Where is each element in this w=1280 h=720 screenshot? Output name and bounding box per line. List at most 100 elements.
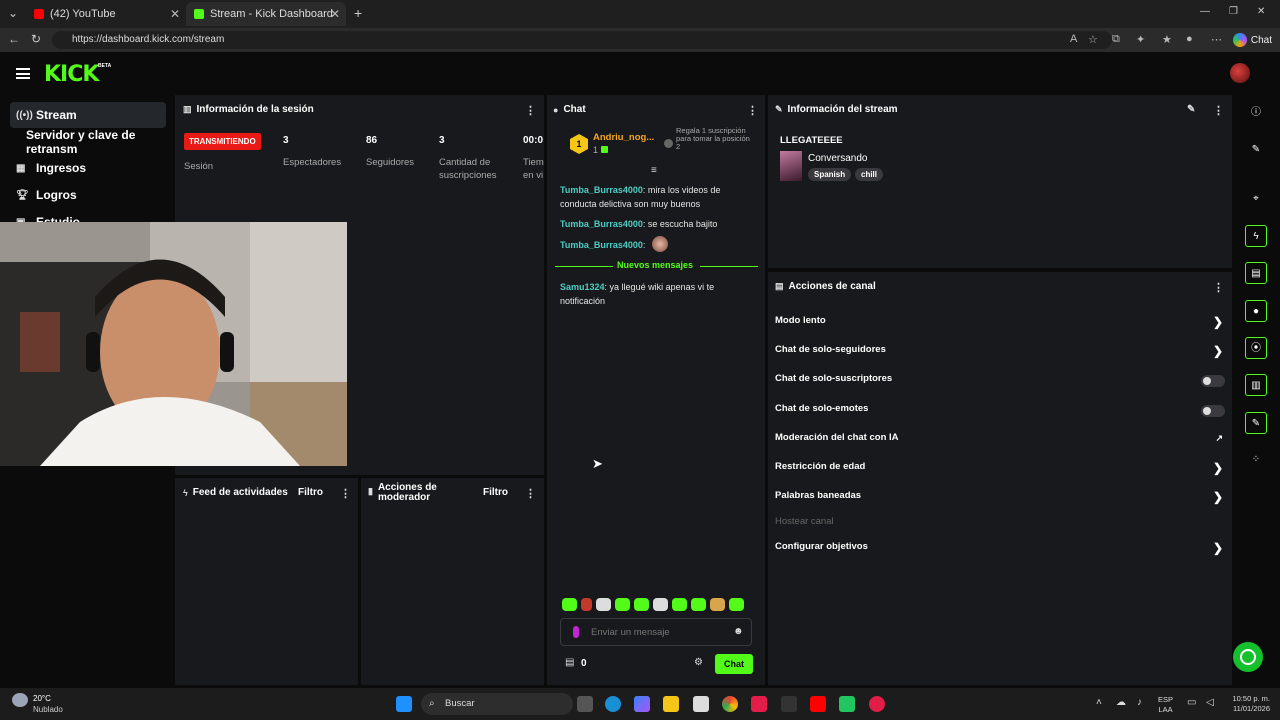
stream-info-menu-icon[interactable]: ⋮ (1213, 104, 1224, 117)
activity-filter-button[interactable]: Filtro (298, 487, 323, 498)
emote-icon[interactable] (691, 598, 706, 611)
new-messages-divider[interactable]: Nuevos mensajes (555, 260, 758, 272)
action-configurar-objetivos[interactable]: Configurar objetivos ❯ (775, 541, 1225, 559)
emote-icon[interactable] (615, 598, 630, 611)
top-gifter-name[interactable]: Andriu_nog... (593, 132, 654, 143)
toggle-switch[interactable] (1201, 375, 1225, 387)
chat-settings-icon[interactable]: ⚙ (694, 657, 703, 668)
tiktok-icon[interactable] (751, 696, 767, 712)
action-solo-seguidores[interactable]: Chat de solo-seguidores ❯ (775, 344, 1225, 362)
sidebar-item-ingresos[interactable]: ▦ Ingresos (10, 155, 166, 181)
activity-menu-icon[interactable]: ⋮ (340, 487, 351, 500)
minimize-icon[interactable]: — (1200, 6, 1210, 17)
chat-message-input[interactable] (591, 625, 721, 639)
info-icon[interactable]: ⓘ (1245, 102, 1267, 124)
emoji-picker-icon[interactable]: ☻ (733, 626, 744, 637)
close-tab-icon[interactable]: ✕ (170, 7, 180, 21)
mod-filter-button[interactable]: Filtro (483, 487, 508, 498)
tray-overflow-icon[interactable]: ˄ (1096, 697, 1102, 708)
read-aloud-icon[interactable]: A (1070, 33, 1077, 45)
new-tab-icon[interactable]: + (354, 5, 362, 21)
edit-icon[interactable]: ✎ (1245, 139, 1267, 161)
menu-icon[interactable] (16, 68, 30, 79)
send-chat-button[interactable]: Chat (715, 654, 753, 674)
emote-icon[interactable] (710, 598, 725, 611)
chat-username[interactable]: Tumba_Burras4000 (560, 219, 643, 229)
profile-icon[interactable]: ● (1186, 33, 1193, 45)
emote-icon[interactable] (562, 598, 577, 611)
chat-menu-icon[interactable]: ⋮ (747, 104, 758, 117)
puzzle-icon[interactable]: ✦ (1136, 33, 1145, 46)
more-icon[interactable]: ⋯ (1211, 33, 1222, 46)
expand-leaderboard-icon[interactable]: ≡ (651, 165, 657, 176)
action-palabras-baneadas[interactable]: Palabras baneadas ❯ (775, 490, 1225, 508)
edit-stream-icon[interactable]: ✎ (1187, 104, 1195, 115)
app-icon[interactable] (781, 696, 797, 712)
mod-menu-icon[interactable]: ⋮ (525, 487, 536, 500)
maximize-icon[interactable]: ❐ (1229, 6, 1238, 17)
windows-start-icon[interactable] (396, 696, 412, 712)
emote-icon[interactable] (729, 598, 744, 611)
points-icon[interactable]: ▤ (565, 657, 574, 668)
tab-list-icon[interactable]: ⌄ (8, 6, 18, 20)
tab-kick-dashboard[interactable]: Stream - Kick Dashboard ✕ (186, 2, 346, 26)
chat-username[interactable]: Tumba_Burras4000 (560, 185, 643, 195)
kick-logo[interactable]: KICK (44, 62, 99, 87)
network-icon[interactable]: ▭ (1187, 697, 1196, 708)
emote-icon[interactable] (653, 598, 668, 611)
chrome-icon[interactable] (722, 696, 738, 712)
emote-icon[interactable] (672, 598, 687, 611)
action-restriccion-edad[interactable]: Restricción de edad ❯ (775, 461, 1225, 479)
microphone-icon[interactable] (573, 626, 579, 638)
document-icon[interactable]: ▤ (1245, 262, 1267, 284)
task-view-icon[interactable] (577, 696, 593, 712)
copilot-button[interactable]: Chat (1232, 31, 1272, 49)
edge-icon[interactable] (605, 696, 621, 712)
lightning-icon[interactable]: ϟ (1245, 225, 1267, 247)
stream-category[interactable]: Conversando (808, 153, 867, 164)
youtube-icon[interactable] (810, 696, 826, 712)
add-widget-icon[interactable]: ⁘ (1245, 449, 1267, 471)
chat-bubble-icon[interactable]: ● (1245, 300, 1267, 322)
minecraft-icon[interactable] (839, 696, 855, 712)
broadcast-icon[interactable]: ⦿ (1245, 337, 1267, 359)
copilot-icon[interactable] (634, 696, 650, 712)
session-menu-icon[interactable]: ⋮ (525, 104, 536, 117)
tray-app-icon[interactable]: ☁ (1116, 697, 1126, 708)
tag-chip[interactable]: Spanish (808, 168, 852, 181)
clock[interactable]: 10:50 p. m. 11/01/2026 (1222, 694, 1270, 714)
extensions-icon[interactable]: ⧉ (1112, 33, 1120, 46)
sidebar-item-stream[interactable]: ((•)) Stream (10, 102, 166, 128)
back-icon[interactable]: ← (8, 32, 20, 46)
chat-username[interactable]: Samu1324 (560, 282, 605, 292)
action-moderacion-ia[interactable]: Moderación del chat con IA ↗ (775, 432, 1225, 450)
sidebar-item-server-key[interactable]: Servidor y clave de retransm (20, 128, 175, 156)
sidebar-item-logros[interactable]: 🏆︎ Logros (10, 182, 166, 208)
help-chat-button[interactable] (1233, 642, 1263, 672)
close-tab-icon[interactable]: ✕ (330, 7, 340, 21)
emote-icon[interactable] (596, 598, 611, 611)
volume-icon[interactable]: ◁ (1206, 697, 1214, 708)
close-window-icon[interactable]: ✕ (1257, 6, 1265, 17)
user-avatar[interactable] (1230, 63, 1250, 83)
language-indicator[interactable]: ESP LAA (1158, 695, 1173, 715)
tag-chip[interactable]: chill (855, 168, 884, 181)
action-modo-lento[interactable]: Modo lento ❯ (775, 315, 1225, 333)
favorites-icon[interactable]: ★ (1162, 33, 1172, 46)
chat-input-box[interactable]: ☻ (560, 618, 752, 646)
file-explorer-icon[interactable] (663, 696, 679, 712)
channel-actions-menu-icon[interactable]: ⋮ (1213, 281, 1224, 294)
emote-icon[interactable] (634, 598, 649, 611)
list-icon[interactable]: ▥ (1245, 374, 1267, 396)
microphone-icon[interactable]: ♪ (1137, 697, 1142, 708)
app-icon[interactable] (869, 696, 885, 712)
chat-username[interactable]: Tumba_Burras4000 (560, 240, 643, 250)
toggle-switch[interactable] (1201, 405, 1225, 417)
refresh-icon[interactable]: ↻ (31, 32, 41, 46)
url-field[interactable]: https://dashboard.kick.com/stream (52, 31, 1112, 49)
store-icon[interactable] (693, 696, 709, 712)
favorite-star-icon[interactable]: ☆ (1088, 33, 1098, 46)
taskbar-search[interactable]: ⌕ Buscar (421, 693, 573, 715)
focus-icon[interactable]: ⌖ (1245, 188, 1267, 210)
wrench-icon[interactable]: ✎ (1245, 412, 1267, 434)
